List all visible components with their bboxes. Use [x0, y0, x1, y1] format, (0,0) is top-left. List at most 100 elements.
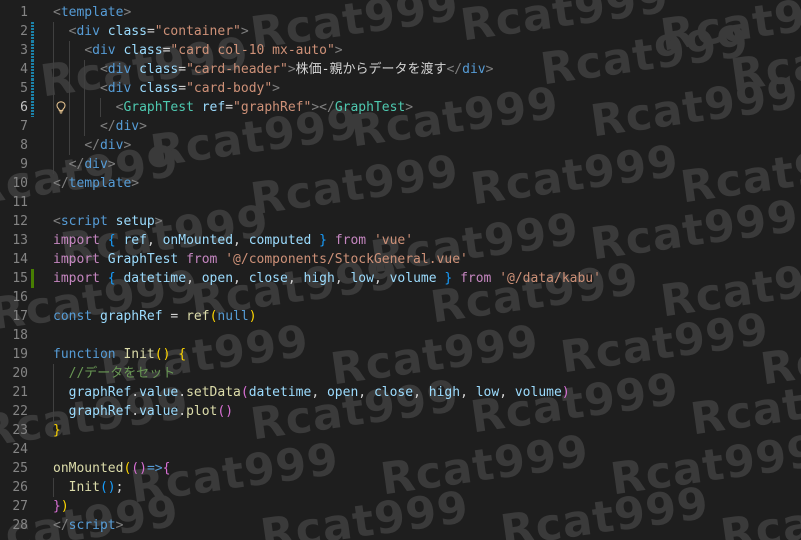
- line-number: 12: [12, 214, 28, 229]
- code-token: }: [53, 499, 61, 514]
- code-token: (): [99, 480, 116, 495]
- code-line[interactable]: 20 //データをセット: [0, 364, 801, 383]
- code-token: class: [139, 81, 179, 96]
- code-text[interactable]: onMounted(()=>{: [53, 459, 170, 478]
- code-line[interactable]: 27}): [0, 497, 801, 516]
- code-line[interactable]: 22 graphRef.value.plot(): [0, 402, 801, 421]
- code-line[interactable]: 15 import { datetime, open, close, high, …: [0, 269, 801, 288]
- line-number: 4: [20, 62, 28, 77]
- git-modified-indicator[interactable]: [31, 60, 34, 79]
- code-line[interactable]: 10 </template>: [0, 174, 801, 193]
- code-token: ref: [123, 233, 147, 248]
- code-editor[interactable]: Rcat999 Rcat999 Rcat999 Rcat999 Rcat999 Rcat9…: [0, 0, 801, 540]
- code-token: //データをセット: [68, 366, 176, 381]
- code-token: ,: [287, 271, 304, 286]
- code-line[interactable]: 14 import GraphTest from '@/components/St…: [0, 250, 801, 269]
- git-modified-indicator[interactable]: [31, 98, 34, 117]
- code-line[interactable]: 12 <script setup>: [0, 212, 801, 231]
- code-text[interactable]: Init();: [53, 478, 124, 497]
- code-text[interactable]: <div class="card-body">: [53, 79, 280, 98]
- code-token: graphRef: [68, 385, 132, 400]
- code-token: volume: [389, 271, 437, 286]
- code-line[interactable]: 18: [0, 326, 801, 345]
- code-line[interactable]: 21 graphRef.value.setData(datetime, open…: [0, 383, 801, 402]
- code-line[interactable]: 4 <div class="card-header">株価-親からデータを渡す<…: [0, 60, 801, 79]
- code-token: (): [131, 461, 147, 476]
- code-lines[interactable]: 1 <template> 2 <div class="container"> 3 <d…: [0, 3, 801, 535]
- code-line[interactable]: 28 </script>: [0, 516, 801, 535]
- code-token: .: [178, 385, 187, 400]
- line-number: 15: [12, 271, 28, 286]
- code-text[interactable]: //データをセット: [53, 364, 176, 383]
- code-text[interactable]: import { datetime, open, close, high, lo…: [53, 269, 601, 288]
- code-token: ,: [146, 233, 163, 248]
- code-line[interactable]: 25 onMounted(()=>{: [0, 459, 801, 478]
- code-text[interactable]: }: [53, 421, 61, 440]
- code-line[interactable]: 11: [0, 193, 801, 212]
- code-line[interactable]: 23}: [0, 421, 801, 440]
- line-number: 8: [20, 138, 28, 153]
- git-modified-indicator[interactable]: [31, 41, 34, 60]
- code-line[interactable]: 5 <div class="card-body">: [0, 79, 801, 98]
- code-line[interactable]: 13 import { ref, onMounted, computed } fr…: [0, 231, 801, 250]
- code-token: div: [115, 119, 140, 134]
- code-text[interactable]: </div>: [53, 155, 116, 174]
- line-number: 10: [12, 176, 28, 191]
- code-text[interactable]: const graphRef = ref(null): [53, 307, 257, 326]
- code-text[interactable]: <div class="container">: [53, 22, 249, 41]
- code-token: "graphRef": [233, 100, 312, 115]
- code-token: =: [178, 81, 187, 96]
- code-line[interactable]: 3 <div class="card col-10 mx-auto">: [0, 41, 801, 60]
- git-modified-indicator[interactable]: [31, 22, 34, 41]
- code-text[interactable]: import GraphTest from '@/components/Stoc…: [53, 250, 468, 269]
- code-line[interactable]: 6 <GraphTest ref="graphRef"></GraphTest>: [0, 98, 801, 117]
- code-token: open: [201, 271, 234, 286]
- code-text[interactable]: <GraphTest ref="graphRef"></GraphTest>: [53, 98, 413, 117]
- code-line[interactable]: 26 Init();: [0, 478, 801, 497]
- code-token: high: [303, 271, 335, 286]
- code-token: class: [107, 24, 147, 39]
- code-line[interactable]: 16: [0, 288, 801, 307]
- code-text[interactable]: </div>: [53, 136, 131, 155]
- code-token: graphRef: [99, 309, 163, 324]
- code-text[interactable]: graphRef.value.plot(): [53, 402, 233, 421]
- code-text[interactable]: function Init() {: [53, 345, 186, 364]
- code-text[interactable]: <div class="card-header">株価-親からデータを渡す</d…: [53, 60, 493, 79]
- code-token: onMounted: [53, 461, 124, 476]
- code-token: }: [319, 233, 327, 248]
- line-number: 2: [20, 24, 28, 39]
- code-line[interactable]: 7 </div>: [0, 117, 801, 136]
- git-added-indicator[interactable]: [31, 269, 34, 288]
- code-text[interactable]: <div class="card col-10 mx-auto">: [53, 41, 342, 60]
- code-token: template: [60, 5, 124, 20]
- code-text[interactable]: </div>: [53, 117, 147, 136]
- code-line[interactable]: 1 <template>: [0, 3, 801, 22]
- line-number: 1: [20, 5, 28, 20]
- code-token: <: [53, 5, 61, 20]
- code-text[interactable]: <script setup>: [53, 212, 163, 231]
- code-line[interactable]: 9 </div>: [0, 155, 801, 174]
- code-text[interactable]: </template>: [53, 174, 139, 193]
- code-line[interactable]: 19 function Init() {: [0, 345, 801, 364]
- code-token: div: [92, 43, 116, 58]
- git-modified-indicator[interactable]: [31, 79, 34, 98]
- code-text[interactable]: </script>: [53, 516, 123, 535]
- code-token: Init: [123, 347, 155, 362]
- code-line[interactable]: 2 <div class="container">: [0, 22, 801, 41]
- code-token: >: [154, 214, 163, 229]
- code-token: ,: [460, 385, 476, 400]
- code-text[interactable]: graphRef.value.setData(datetime, open, c…: [53, 383, 570, 402]
- code-line[interactable]: 24: [0, 440, 801, 459]
- code-line[interactable]: 8 </div>: [0, 136, 801, 155]
- code-token: low: [350, 271, 374, 286]
- code-line[interactable]: 17 const graphRef = ref(null): [0, 307, 801, 326]
- code-text[interactable]: }): [53, 497, 69, 516]
- code-text[interactable]: <template>: [53, 3, 131, 22]
- code-token: ;: [115, 480, 124, 495]
- code-text[interactable]: import { ref, onMounted, computed } from…: [53, 231, 413, 250]
- code-token: ,: [311, 385, 327, 400]
